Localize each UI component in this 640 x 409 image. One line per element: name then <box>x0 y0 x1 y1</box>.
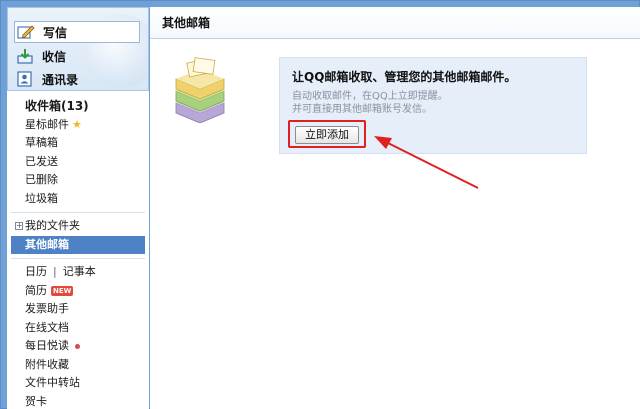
card-title: 让QQ邮箱收取、管理您的其他邮箱邮件。 <box>292 70 517 84</box>
sidebar-item-my-folders[interactable]: + 我的文件夹 <box>7 217 149 236</box>
main-panel: 其他邮箱 让QQ邮箱收取、管理您的其他邮箱邮件。 自动收取邮件，在QQ上立即提醒… <box>150 7 640 409</box>
sidebar-item-deleted[interactable]: 已删除 <box>7 171 149 190</box>
star-icon: ★ <box>72 117 82 131</box>
sidebar-item-attachments[interactable]: 附件收藏 <box>7 356 149 375</box>
notification-dot-icon <box>75 343 80 349</box>
sidebar-item-label: 每日悦读 <box>25 339 69 352</box>
sidebar-item-inbox[interactable]: 收件箱(13) <box>7 97 149 116</box>
separator: | <box>53 265 57 278</box>
sidebar-item-spam[interactable]: 垃圾箱 <box>7 190 149 209</box>
inbox-download-icon <box>16 48 34 64</box>
sidebar-item-resume[interactable]: 简历 NEW <box>7 282 149 301</box>
sidebar-item-other-mailboxes[interactable]: 其他邮箱 <box>11 235 145 254</box>
page-title: 其他邮箱 <box>150 7 640 39</box>
compose-label: 写信 <box>43 25 68 40</box>
expand-icon[interactable]: + <box>15 222 23 230</box>
calendar-link[interactable]: 日历 <box>25 265 47 278</box>
sidebar-item-daily-reading[interactable]: 每日悦读 <box>7 337 149 356</box>
sidebar-item-file-transfer[interactable]: 文件中转站 <box>7 374 149 393</box>
notes-link[interactable]: 记事本 <box>63 265 96 278</box>
sidebar-item-drafts[interactable]: 草稿箱 <box>7 134 149 153</box>
sidebar: 写信 收信 通讯录 收件箱(13) 星标邮件 ★ 草稿箱 已发送 已删除 垃圾箱… <box>7 7 149 409</box>
receive-label: 收信 <box>42 49 67 64</box>
contacts-label: 通讯录 <box>42 72 79 87</box>
quick-actions: 写信 收信 通讯录 <box>7 7 149 91</box>
new-badge: NEW <box>51 285 74 296</box>
contacts-button[interactable]: 通讯录 <box>16 68 142 90</box>
compose-button[interactable]: 写信 <box>14 21 140 43</box>
sidebar-item-label: 我的文件夹 <box>25 219 80 232</box>
sidebar-item-label: 星标邮件 <box>25 117 69 131</box>
sidebar-item-invoice[interactable]: 发票助手 <box>7 300 149 319</box>
sidebar-item-sent[interactable]: 已发送 <box>7 153 149 172</box>
card-description-line-2: 并可直接用其他邮箱账号发信。 <box>292 104 432 115</box>
add-mailbox-card: 让QQ邮箱收取、管理您的其他邮箱邮件。 自动收取邮件，在QQ上立即提醒。 并可直… <box>279 57 587 154</box>
folder-nav: 收件箱(13) 星标邮件 ★ 草稿箱 已发送 已删除 垃圾箱 + 我的文件夹 其他邮… <box>7 97 149 409</box>
compose-icon <box>17 24 35 40</box>
sidebar-item-label: 简历 <box>25 283 47 297</box>
divider <box>11 212 145 213</box>
mailbox-stack-icon <box>168 57 232 124</box>
highlight-box: 立即添加 <box>288 120 366 148</box>
receive-button[interactable]: 收信 <box>16 45 142 67</box>
sidebar-item-docs[interactable]: 在线文档 <box>7 319 149 338</box>
sidebar-item-calendar-notes: 日历 | 记事本 <box>7 263 149 282</box>
divider <box>11 258 145 259</box>
sidebar-item-cards[interactable]: 贺卡 <box>7 393 149 409</box>
sidebar-item-starred[interactable]: 星标邮件 ★ <box>7 116 149 135</box>
add-now-button[interactable]: 立即添加 <box>295 126 359 144</box>
contacts-icon <box>16 71 34 87</box>
